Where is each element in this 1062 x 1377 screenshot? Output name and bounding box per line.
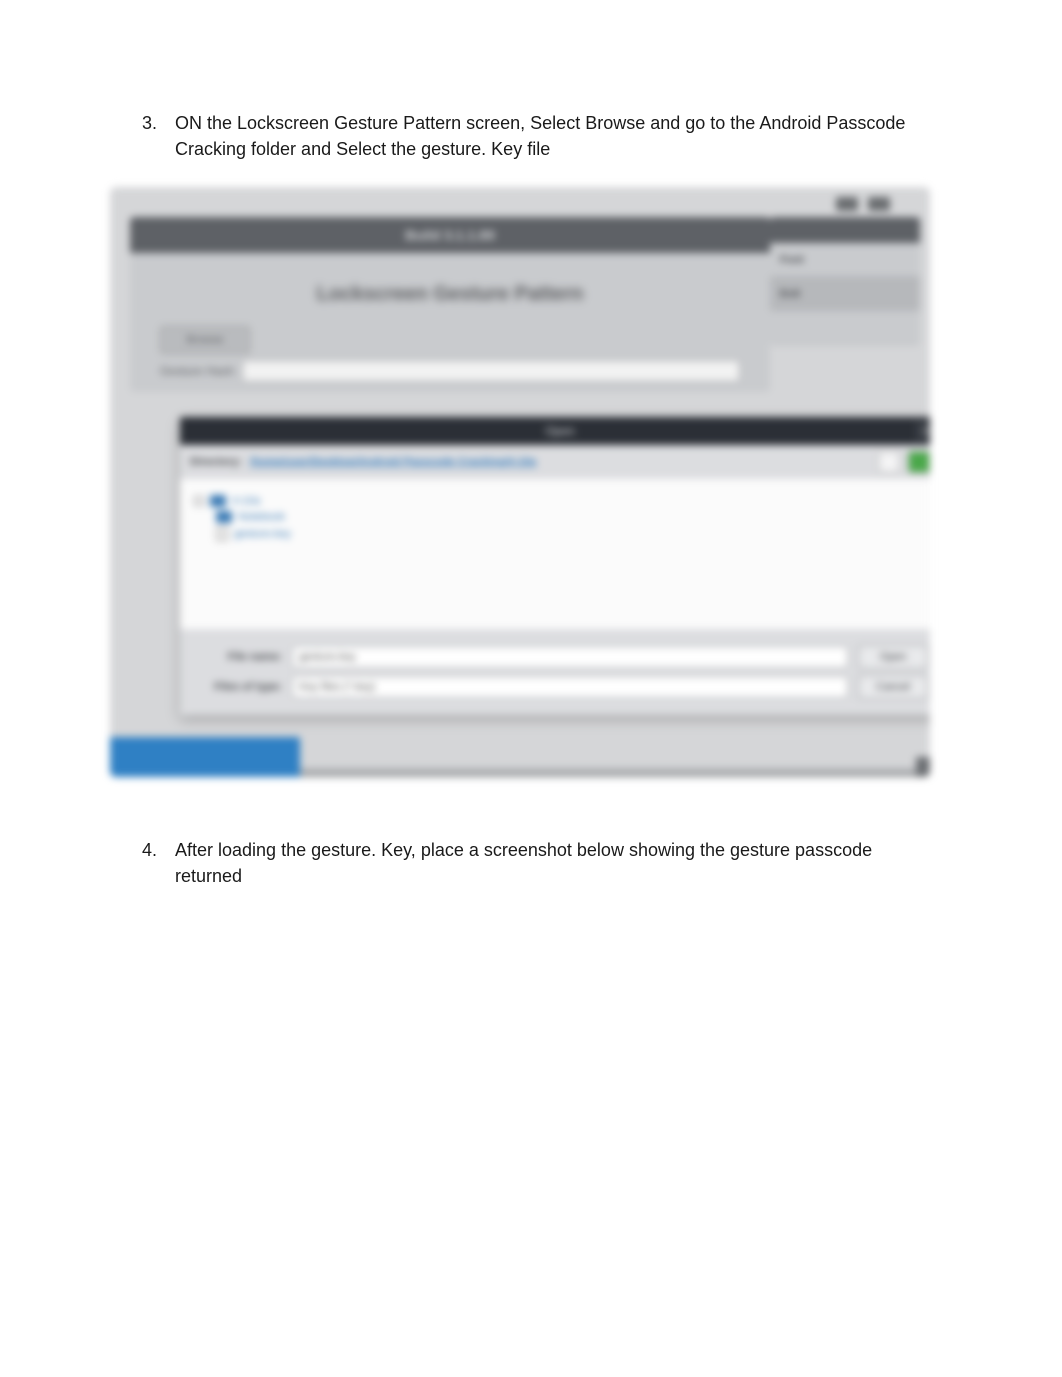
taskbar[interactable]: [110, 737, 300, 777]
dialog-path-row: Directory: /home/user/Desktop/Android Pa…: [180, 445, 930, 479]
browse-button[interactable]: Browse: [160, 326, 250, 354]
step-3-text: ON the Lockscreen Gesture Pattern screen…: [175, 110, 942, 162]
step-3-number: 3.: [120, 110, 175, 162]
directory-label: Directory:: [190, 456, 242, 468]
filetype-value: Key files (*.key): [299, 681, 375, 693]
scrollbar-thumb[interactable]: [916, 757, 930, 777]
expand-icon[interactable]: −: [194, 496, 204, 506]
side-row-exit[interactable]: Exit: [770, 277, 920, 311]
filename-value: gesture.key: [299, 651, 356, 663]
close-icon[interactable]: [868, 197, 890, 211]
folder-icon: [210, 495, 226, 507]
directory-path[interactable]: /home/user/Desktop/Android Passcode Crac…: [250, 456, 870, 468]
step-4: 4. After loading the gesture. Key, place…: [120, 837, 942, 889]
cancel-button[interactable]: Cancel: [858, 675, 928, 699]
tree-item-label: gesture.key: [234, 528, 291, 540]
step-4-number: 4.: [120, 837, 175, 889]
panel-header: Build 3.1.1.89: [130, 217, 770, 253]
step-3: 3. ON the Lockscreen Gesture Pattern scr…: [120, 110, 942, 162]
dialog-footer: File name: gesture.key Open Files of typ…: [180, 629, 930, 715]
minimize-icon[interactable]: [836, 197, 858, 211]
filename-label: File name:: [192, 651, 282, 663]
bottom-edge: [300, 767, 930, 777]
tree-file-1[interactable]: gesture.key: [194, 527, 926, 541]
tree-item-label: Notebook: [238, 511, 285, 523]
nav-refresh-button[interactable]: [908, 451, 930, 473]
tree-folder-1[interactable]: − 4-10a: [194, 495, 926, 507]
screenshot-figure: Build 3.1.1.89 Lockscreen Gesture Patter…: [110, 187, 930, 777]
dialog-title-bar: Open ×: [180, 417, 930, 445]
dialog-title-text: Open: [545, 424, 574, 438]
gesture-hash-label: Gesture Hash: [160, 364, 234, 378]
filetype-select[interactable]: Key files (*.key): [292, 676, 848, 698]
tree-folder-2[interactable]: Notebook: [194, 511, 926, 523]
window-controls: [836, 197, 890, 211]
step-4-text: After loading the gesture. Key, place a …: [175, 837, 942, 889]
side-row-font[interactable]: Font: [770, 243, 920, 277]
gesture-hash-input[interactable]: [242, 360, 740, 382]
dialog-close-button[interactable]: ×: [916, 421, 930, 441]
nav-up-button[interactable]: [878, 451, 900, 473]
lockscreen-panel: Build 3.1.1.89 Lockscreen Gesture Patter…: [130, 217, 770, 392]
file-list-area: − 4-10a Notebook gesture.key: [180, 479, 930, 629]
file-icon: [216, 527, 228, 541]
open-file-dialog: Open × Directory: /home/user/Desktop/And…: [180, 417, 930, 715]
filetype-label: Files of type:: [192, 681, 282, 693]
panel-title: Lockscreen Gesture Pattern: [130, 283, 770, 306]
side-row-empty: [770, 311, 920, 345]
tree-item-label: 4-10a: [232, 495, 260, 507]
folder-icon: [216, 511, 232, 523]
side-panel: Font Exit: [770, 217, 920, 345]
open-button[interactable]: Open: [858, 645, 928, 669]
side-panel-header: [770, 217, 920, 243]
filename-input[interactable]: gesture.key: [292, 646, 848, 668]
